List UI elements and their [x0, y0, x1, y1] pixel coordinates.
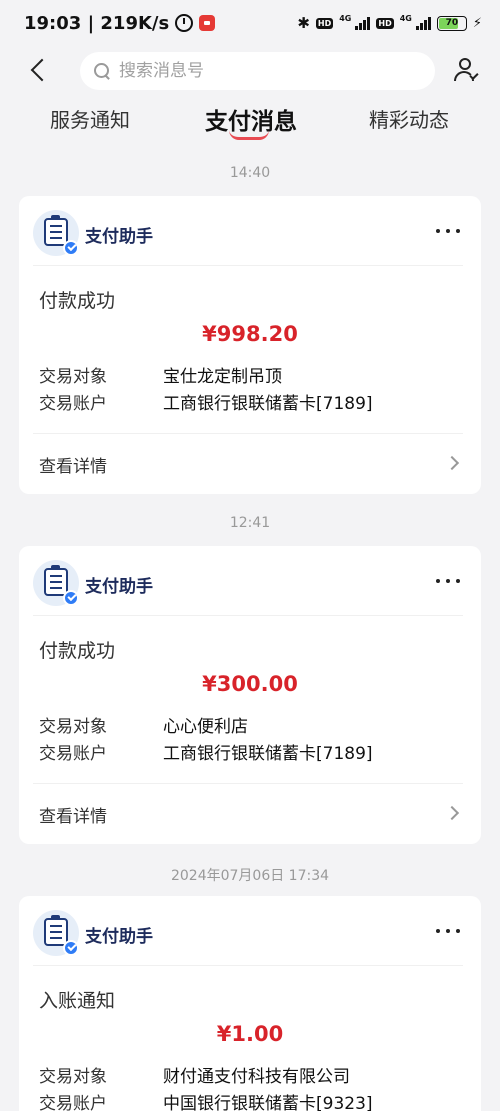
status-bar: 19:03 | 219K/s ✱ HD 4G HD 4G 70 ⚡ — [0, 0, 500, 46]
avatar[interactable] — [33, 910, 79, 956]
message-card: 支付助手 付款成功 ¥300.00 交易对象 心心便利店 交易账户 工商银行银联… — [19, 546, 481, 844]
chevron-right-icon — [444, 805, 460, 821]
check-icon — [469, 70, 479, 81]
alarm-icon — [175, 14, 194, 32]
field-value: 工商银行银联储蓄卡[7189] — [163, 394, 373, 414]
status-time-speed: 19:03 | 219K/s — [24, 12, 170, 34]
field-label: 交易账户 — [39, 1094, 107, 1111]
field-value: 工商银行银联储蓄卡[7189] — [163, 744, 373, 764]
card-header: 支付助手 — [33, 196, 463, 266]
field-label: 交易对象 — [39, 1067, 107, 1087]
search-box[interactable] — [80, 52, 435, 90]
message-card: 支付助手 入账通知 ¥1.00 交易对象 财付通支付科技有限公司 交易账户 中国… — [19, 896, 481, 1111]
payment-amount: ¥300.00 — [202, 672, 298, 696]
message-card: 支付助手 付款成功 ¥998.20 交易对象 宝仕龙定制吊顶 交易账户 工商银行… — [19, 196, 481, 494]
more-options-button[interactable] — [433, 920, 463, 942]
signal-icon-1 — [355, 16, 371, 30]
view-details-label: 查看详情 — [39, 807, 107, 827]
sender-name[interactable]: 支付助手 — [85, 922, 153, 947]
verified-icon — [63, 240, 79, 256]
tab-service-notifications[interactable]: 服务通知 — [50, 104, 130, 133]
more-options-button[interactable] — [433, 570, 463, 592]
search-icon — [94, 62, 111, 80]
back-button[interactable] — [28, 58, 54, 84]
view-details-link[interactable]: 查看详情 — [19, 434, 481, 494]
network-type-1: 4G — [339, 14, 352, 23]
card-header: 支付助手 — [33, 546, 463, 616]
view-details-label: 查看详情 — [39, 457, 107, 477]
verified-icon — [63, 590, 79, 606]
field-value: 心心便利店 — [163, 717, 248, 737]
hd-badge-2: HD — [376, 17, 394, 29]
field-label: 交易对象 — [39, 717, 107, 737]
charging-icon: ⚡ — [472, 15, 482, 31]
more-options-button[interactable] — [433, 220, 463, 242]
chevron-right-icon — [444, 455, 460, 471]
notice-title: 付款成功 — [39, 290, 116, 312]
user-settings-button[interactable] — [452, 56, 480, 84]
active-tab-indicator — [229, 130, 269, 140]
hd-badge-1: HD — [315, 17, 334, 29]
battery-icon: 70 — [436, 15, 467, 31]
sender-name[interactable]: 支付助手 — [85, 572, 153, 597]
field-value: 财付通支付科技有限公司 — [163, 1067, 350, 1087]
field-label: 交易账户 — [39, 394, 107, 414]
sender-name[interactable]: 支付助手 — [85, 222, 153, 247]
search-input[interactable] — [119, 61, 409, 81]
field-label: 交易账户 — [39, 744, 107, 764]
header — [0, 50, 500, 92]
signal-icon-2 — [415, 16, 431, 30]
verified-icon — [63, 940, 79, 956]
notice-title: 付款成功 — [39, 640, 116, 662]
message-timestamp: 14:40 — [229, 165, 271, 181]
app-notification-icon — [199, 15, 216, 31]
avatar[interactable] — [33, 210, 79, 256]
notice-title: 入账通知 — [39, 990, 116, 1012]
field-value: 宝仕龙定制吊顶 — [163, 367, 282, 387]
avatar[interactable] — [33, 560, 79, 606]
field-value: 中国银行银联储蓄卡[9323] — [163, 1094, 373, 1111]
bluetooth-icon: ✱ — [297, 14, 310, 32]
payment-amount: ¥998.20 — [202, 322, 298, 346]
network-type-2: 4G — [399, 14, 412, 23]
tab-highlights[interactable]: 精彩动态 — [369, 104, 449, 133]
message-timestamp: 2024年07月06日 17:34 — [170, 868, 330, 884]
battery-percent: 70 — [445, 18, 459, 28]
user-icon-head — [459, 58, 471, 70]
card-header: 支付助手 — [33, 896, 463, 966]
view-details-link[interactable]: 查看详情 — [19, 784, 481, 844]
message-timestamp: 12:41 — [229, 515, 271, 531]
payment-amount: ¥1.00 — [216, 1022, 284, 1046]
field-label: 交易对象 — [39, 367, 107, 387]
